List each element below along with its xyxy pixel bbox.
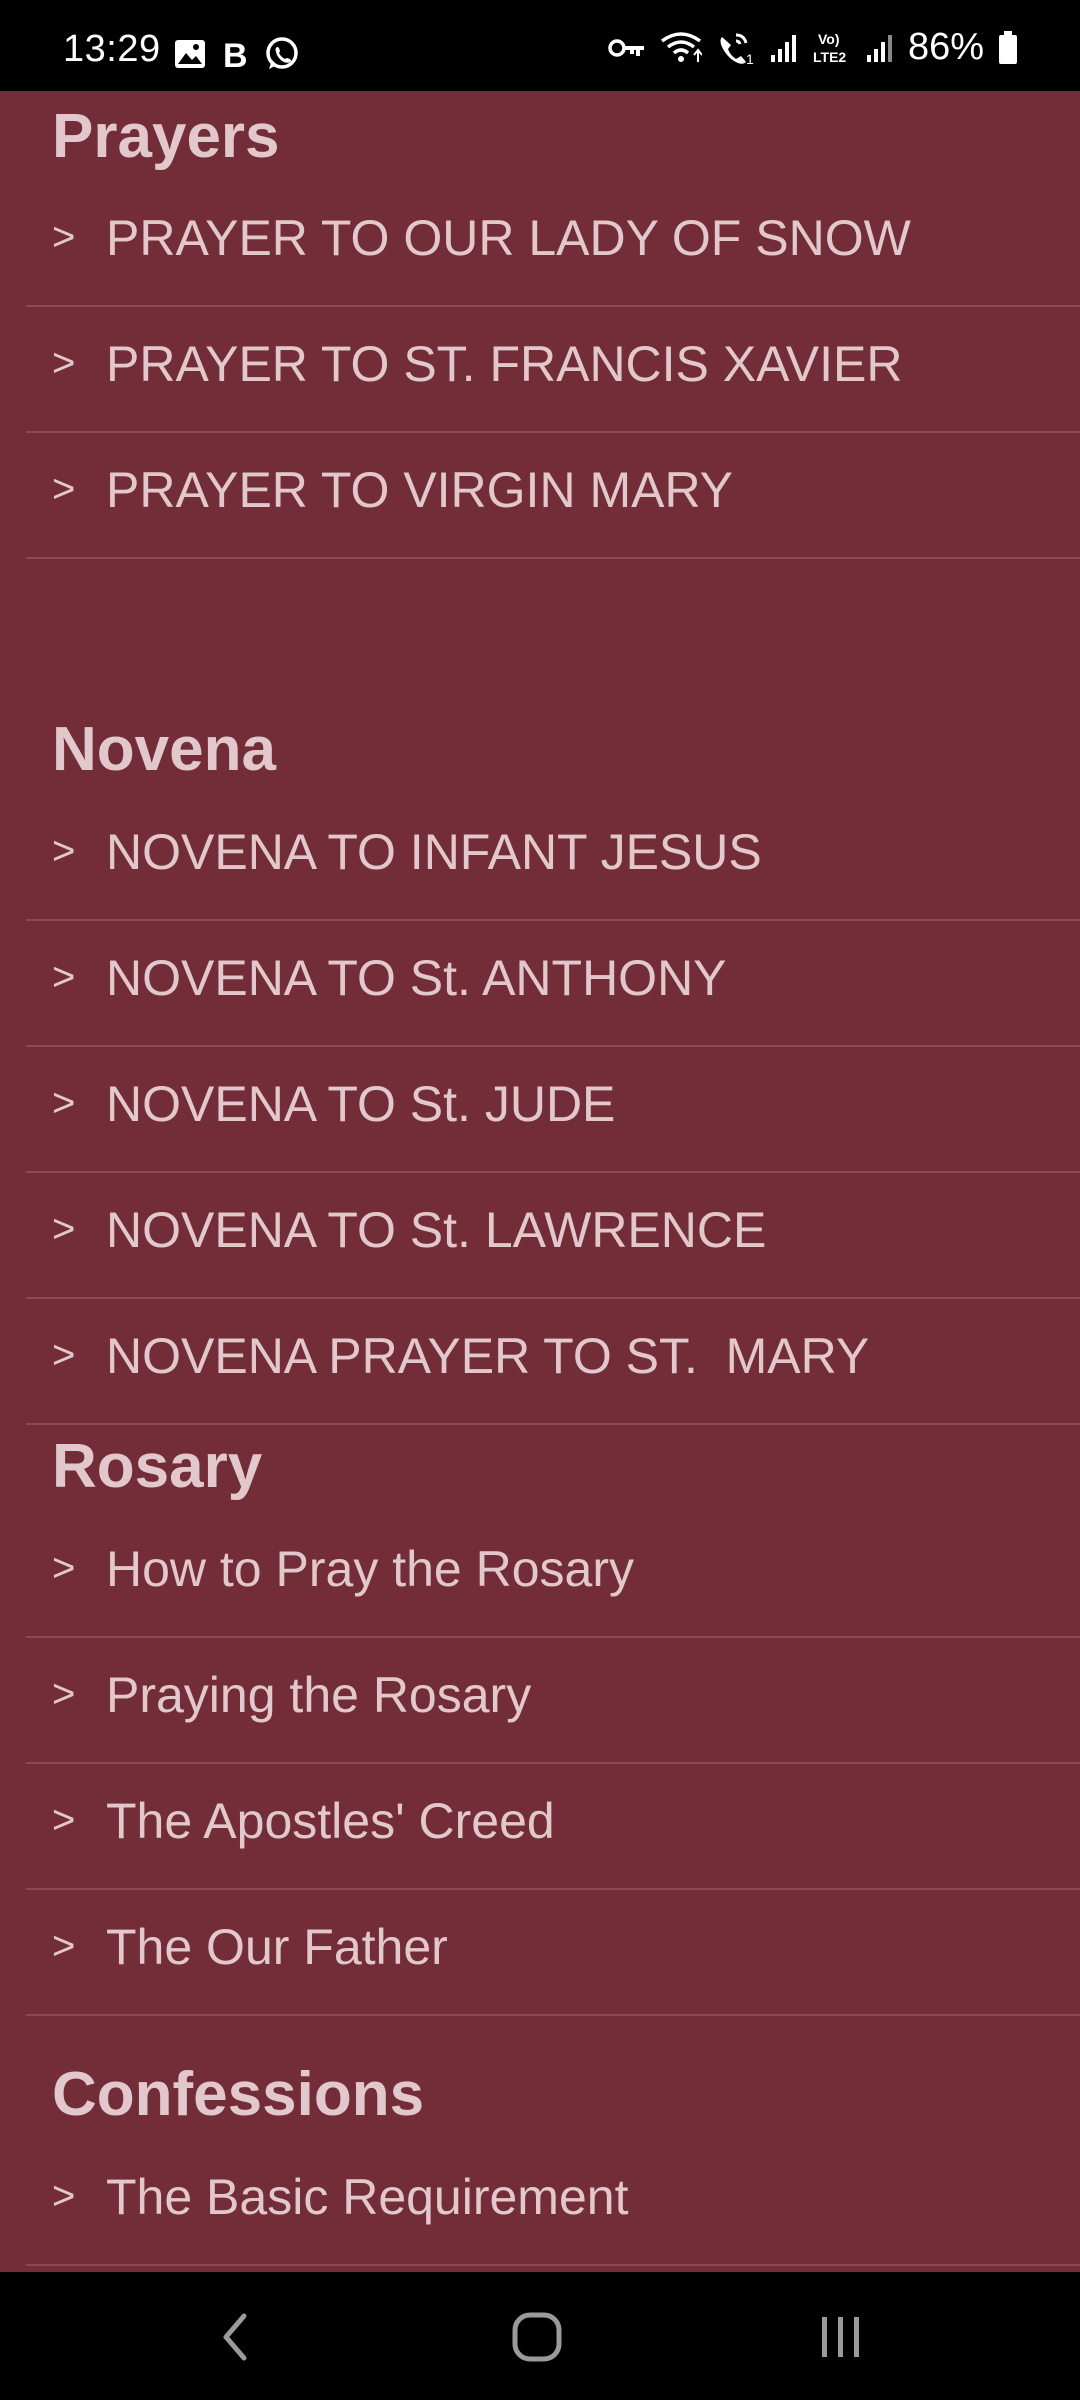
gallery-icon [174, 39, 206, 69]
whatsapp-icon [264, 36, 300, 72]
list-item-label: NOVENA TO St. ANTHONY [106, 950, 727, 1006]
list-item[interactable]: > PRAYER TO VIRGIN MARY [26, 433, 1080, 559]
battery-icon [998, 30, 1018, 65]
status-bar: 13:29 B 1 Vo) LTE2 86% [0, 0, 1080, 91]
list-item[interactable]: > The Our Father [26, 1890, 1080, 2016]
back-icon [220, 2312, 250, 2362]
section-title-novena: Novena [52, 715, 276, 784]
list-item[interactable]: > Praying the Rosary [26, 1638, 1080, 1764]
list-item[interactable]: > PRAYER TO ST. FRANCIS XAVIER [26, 307, 1080, 433]
svg-text:LTE2: LTE2 [813, 49, 846, 65]
svg-text:1: 1 [746, 51, 754, 65]
system-nav-bar [0, 2272, 1080, 2400]
back-button[interactable] [190, 2302, 280, 2372]
chevron-right-icon: > [52, 1546, 76, 1590]
list-item-label: NOVENA PRAYER TO ST. MARY [106, 1328, 870, 1384]
list-item[interactable]: > The Apostles' Creed [26, 1764, 1080, 1890]
list-item-label: NOVENA TO St. JUDE [106, 1076, 616, 1132]
home-icon [511, 2311, 563, 2363]
section-title-rosary: Rosary [52, 1432, 263, 1501]
chevron-right-icon: > [52, 829, 76, 873]
list-item[interactable]: > NOVENA TO St. JUDE [26, 1047, 1080, 1173]
list-item-label: NOVENA TO INFANT JESUS [106, 824, 762, 880]
chevron-right-icon: > [52, 341, 76, 385]
content-list: Prayers > PRAYER TO OUR LADY OF SNOW > P… [0, 91, 1080, 2272]
chevron-right-icon: > [52, 1672, 76, 1716]
battery-percent: 86% [907, 26, 984, 68]
svg-text:B: B [223, 38, 248, 70]
list-item-label: The Apostles' Creed [106, 1793, 555, 1849]
list-item[interactable]: > How to Pray the Rosary [26, 1512, 1080, 1638]
chevron-right-icon: > [52, 1924, 76, 1968]
chevron-right-icon: > [52, 215, 76, 259]
chevron-right-icon: > [52, 1081, 76, 1125]
vpn-key-icon [608, 37, 646, 59]
chevron-right-icon: > [52, 955, 76, 999]
list-item-label: PRAYER TO ST. FRANCIS XAVIER [106, 336, 903, 392]
list-item-label: How to Pray the Rosary [106, 1541, 634, 1597]
list-item-label: The Basic Requirement [106, 2169, 629, 2225]
list-item-label: Praying the Rosary [106, 1667, 532, 1723]
list-item[interactable]: > The Basic Requirement [26, 2140, 1080, 2266]
status-time: 13:29 [63, 28, 161, 70]
recents-button[interactable] [796, 2302, 886, 2372]
list-item-label: NOVENA TO St. LAWRENCE [106, 1202, 767, 1258]
b-app-icon: B [222, 38, 248, 70]
signal-icon [770, 33, 798, 63]
chevron-right-icon: > [52, 1333, 76, 1377]
wifi-icon [660, 31, 702, 65]
signal-icon-2 [866, 33, 894, 63]
list-item[interactable]: > NOVENA TO St. LAWRENCE [26, 1173, 1080, 1299]
chevron-right-icon: > [52, 1207, 76, 1251]
recents-icon [818, 2315, 864, 2359]
section-title-confessions: Confessions [52, 2060, 425, 2129]
list-item[interactable]: > NOVENA TO St. ANTHONY [26, 921, 1080, 1047]
list-item[interactable]: > PRAYER TO OUR LADY OF SNOW [26, 181, 1080, 307]
status-left-icons: B [174, 36, 300, 72]
list-item-label: PRAYER TO VIRGIN MARY [106, 462, 734, 518]
status-right-icons: 1 Vo) LTE2 86% [608, 26, 1018, 69]
section-title-prayers: Prayers [52, 102, 280, 171]
wifi-call-icon: 1 [716, 31, 756, 65]
volte-icon: Vo) LTE2 [812, 30, 852, 66]
chevron-right-icon: > [52, 467, 76, 511]
chevron-right-icon: > [52, 2174, 76, 2218]
svg-text:Vo): Vo) [818, 31, 840, 47]
chevron-right-icon: > [52, 1798, 76, 1842]
list-item[interactable]: > NOVENA TO INFANT JESUS [26, 795, 1080, 921]
home-button[interactable] [492, 2302, 582, 2372]
list-item[interactable]: > NOVENA PRAYER TO ST. MARY [26, 1299, 1080, 1425]
list-item-label: The Our Father [106, 1919, 448, 1975]
list-item-label: PRAYER TO OUR LADY OF SNOW [106, 210, 911, 266]
